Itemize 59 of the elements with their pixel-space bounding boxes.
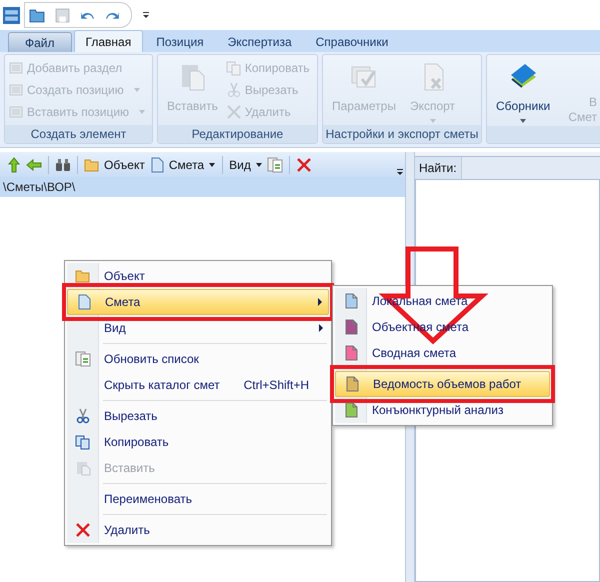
object-button[interactable]: Объект bbox=[84, 154, 145, 176]
app-logo-icon bbox=[3, 6, 20, 24]
caret-icon bbox=[519, 119, 528, 123]
menu-item[interactable]: Обновить список bbox=[67, 341, 329, 372]
menu-item[interactable]: Смета bbox=[67, 289, 329, 315]
copy-icon bbox=[226, 60, 242, 76]
find-label: Найти: bbox=[418, 160, 458, 177]
folder-icon bbox=[74, 268, 90, 284]
folder-icon bbox=[84, 156, 100, 172]
binoculars-icon[interactable] bbox=[55, 156, 71, 172]
caret-icon bbox=[254, 162, 263, 166]
refresh-list-icon[interactable] bbox=[266, 156, 283, 172]
ribbon-button[interactable]: Сборники bbox=[490, 57, 556, 124]
menu-item[interactable]: Ведомость объемов работ bbox=[335, 371, 550, 397]
find-field[interactable] bbox=[460, 157, 600, 179]
menu-item[interactable]: Удалить bbox=[67, 512, 329, 543]
menu-item[interactable]: Копировать bbox=[67, 429, 329, 455]
menu-item[interactable]: Вырезать bbox=[67, 398, 329, 429]
ribbon-tab[interactable]: Позиция bbox=[145, 32, 215, 52]
copy-icon bbox=[74, 434, 90, 450]
ribbon-tab[interactable]: Файл bbox=[8, 32, 72, 52]
group-title: Редактирование bbox=[192, 127, 284, 141]
scissors-icon bbox=[226, 82, 242, 98]
delete-icon bbox=[74, 522, 90, 538]
caret-icon bbox=[132, 88, 141, 92]
view-dropdown-button[interactable]: Вид bbox=[229, 154, 263, 176]
menu-item[interactable]: Объект bbox=[67, 263, 329, 289]
list-icon bbox=[8, 60, 24, 76]
menu-item[interactable]: Конъюнктурный анализ bbox=[335, 397, 550, 423]
delete-icon[interactable] bbox=[296, 156, 312, 172]
submenu-arrow-icon bbox=[318, 298, 322, 306]
menu-item[interactable]: Скрыть каталог смет Ctrl+Shift+H bbox=[67, 372, 329, 398]
paste-icon bbox=[74, 460, 90, 476]
cross-icon bbox=[226, 104, 242, 120]
scissors-icon bbox=[74, 408, 90, 424]
estimate-dropdown-button[interactable]: Смета bbox=[148, 154, 216, 176]
refresh-list-icon bbox=[74, 351, 90, 367]
group-title: Создать элемент bbox=[30, 127, 126, 141]
submenu-arrow-icon bbox=[319, 324, 323, 332]
caret-icon bbox=[138, 110, 146, 114]
caret-icon bbox=[208, 162, 216, 166]
ribbon-tab[interactable]: Экспертиза bbox=[216, 32, 303, 52]
open-folder-icon[interactable] bbox=[29, 6, 46, 24]
list-icon bbox=[8, 82, 24, 98]
list-icon bbox=[8, 104, 24, 120]
overflow-caret-icon[interactable] bbox=[396, 167, 404, 177]
customize-caret-icon[interactable] bbox=[142, 11, 150, 19]
ribbon-tab[interactable]: Главная bbox=[74, 30, 144, 52]
left-arrow-icon[interactable] bbox=[26, 156, 42, 172]
menu-item[interactable]: Переименовать bbox=[67, 481, 329, 512]
caret-icon bbox=[428, 119, 437, 123]
menu-item[interactable]: Вид bbox=[67, 315, 329, 341]
group-title: Настройки и экспорт сметы bbox=[326, 127, 478, 141]
folder-path: \Сметы\ВОР\ bbox=[3, 180, 76, 194]
ribbon-tab[interactable]: Справочники bbox=[304, 32, 400, 52]
menu-item[interactable]: Сводная смета bbox=[335, 340, 550, 366]
up-arrow-icon[interactable] bbox=[6, 156, 22, 172]
document-icon bbox=[148, 156, 165, 172]
document-icon bbox=[76, 294, 92, 310]
